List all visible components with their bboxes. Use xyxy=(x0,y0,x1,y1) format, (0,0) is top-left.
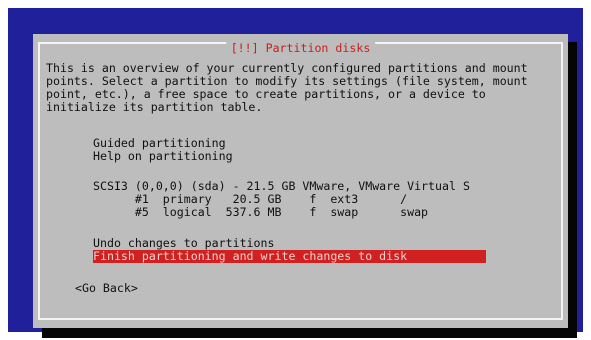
go-back-button[interactable]: <Go Back> xyxy=(75,282,138,295)
partition-disks-dialog: [!!] Partition disks This is an overview… xyxy=(33,34,568,328)
partition-5-item[interactable]: #5 logical 537.6 MB f swap swap xyxy=(93,206,428,219)
finish-partitioning-item[interactable]: Finish partitioning and write changes to… xyxy=(93,250,486,263)
help-on-partitioning-item[interactable]: Help on partitioning xyxy=(93,150,233,163)
installer-screen: [!!] Partition disks This is an overview… xyxy=(8,8,583,338)
dialog-title: [!!] Partition disks xyxy=(225,41,376,55)
description-line: initialize its partition table. xyxy=(46,100,263,114)
